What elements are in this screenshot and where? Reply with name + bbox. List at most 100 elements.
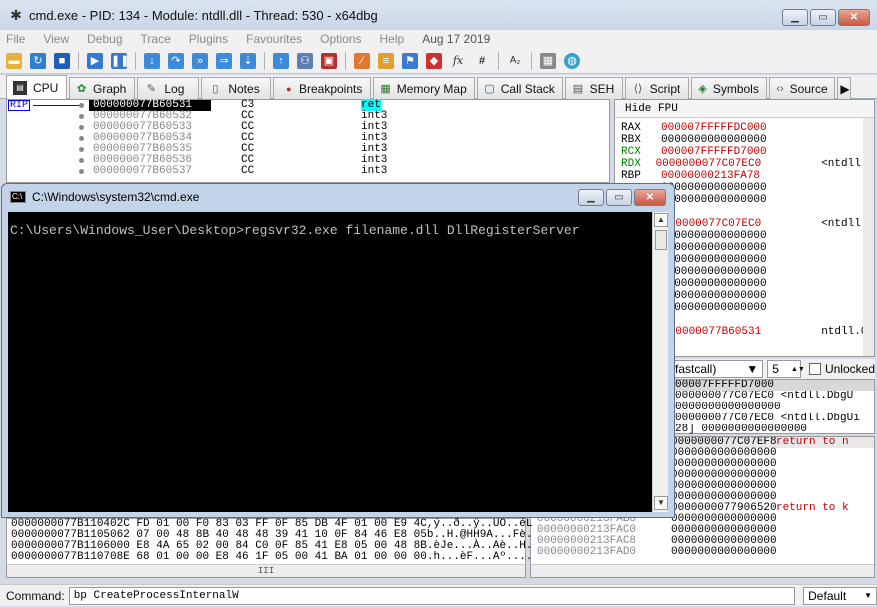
toolbar: ▬ ↻ ■ ▶ ❚❚ ↓ ↷ » ⇒ ⇣ ↑ ⚇ ▣ ∕ ≡ ⚑ ◆ fx # … <box>0 48 877 74</box>
dump-horizontal-scrollbar[interactable]: III <box>7 564 525 577</box>
breakpoint-dot[interactable] <box>79 114 84 119</box>
cmd-window[interactable]: C:\ C:\Windows\system32\cmd.exe ▁ ▭ ✕ C:… <box>1 183 675 518</box>
comment-icon[interactable]: ∕ <box>354 52 370 69</box>
tab-bar: ▤ CPU ✿ Graph ✎ Log ▯ Notes ● Breakpoints ▦ Me… <box>0 75 877 99</box>
menu-trace[interactable]: Trace <box>141 32 171 46</box>
step-over-icon[interactable]: ↷ <box>168 52 184 69</box>
registers-scrollbar[interactable] <box>863 118 874 356</box>
open-icon[interactable]: ▬ <box>6 52 22 69</box>
breakpoint-dot[interactable] <box>79 169 84 174</box>
hash-icon[interactable]: # <box>474 53 490 69</box>
trace-over-icon[interactable]: ⇒ <box>216 52 232 69</box>
cmd-close-button[interactable]: ✕ <box>634 189 666 206</box>
breakpoint-dot[interactable] <box>79 103 84 108</box>
tab-script[interactable]: ⟨⟩ Script <box>625 77 690 99</box>
scylla-icon[interactable]: ⚇ <box>297 52 313 69</box>
run-icon[interactable]: ▶ <box>87 52 103 69</box>
cmd-maximize-button[interactable]: ▭ <box>606 189 632 206</box>
command-mode-select[interactable]: Default ▼ <box>803 586 877 605</box>
calculator-icon[interactable]: ▦ <box>540 52 556 69</box>
breakpoint-dot[interactable] <box>79 147 84 152</box>
tab-cpu[interactable]: ▤ CPU <box>6 75 68 99</box>
pause-icon[interactable]: ❚❚ <box>111 52 129 69</box>
tab-breakpoints[interactable]: ● Breakpoints <box>273 77 372 99</box>
menu-file[interactable]: File <box>6 32 25 46</box>
trace-into-icon[interactable]: » <box>192 52 208 69</box>
stack-row[interactable]: 00000000213FAD0 0000000000000000 <box>531 547 874 558</box>
breakpoint-dot[interactable] <box>79 158 84 163</box>
tab-label: Memory Map <box>396 81 467 96</box>
toolbar-separator <box>531 51 532 70</box>
menu-debug[interactable]: Debug <box>87 32 122 46</box>
rip-label: RIP <box>8 100 31 111</box>
memory-dump-view[interactable]: 0000000077B11040 2C FD 01 00 F0 83 03 FF … <box>6 518 533 578</box>
breakpoint-dot[interactable] <box>79 125 84 130</box>
disasm-gutter <box>7 133 89 144</box>
label-icon[interactable]: ≡ <box>378 52 394 69</box>
register-row[interactable]: RAX 000007FFFFFDC000 <box>615 122 874 134</box>
register-row[interactable]: RDX 0000000077C07EC0 <ntdll.D <box>615 158 874 170</box>
run-to-user-code-icon[interactable]: ↑ <box>273 52 289 69</box>
cmd-minimize-button[interactable]: ▁ <box>578 189 604 206</box>
dump-row[interactable]: 0000000077B11070 8E 68 01 00 00 E8 46 1F … <box>7 551 533 563</box>
breakpoint-dot[interactable] <box>79 136 84 141</box>
restart-icon[interactable]: ↻ <box>30 52 46 69</box>
cmd-window-titlebar: C:\ C:\Windows\system32\cmd.exe <box>10 190 199 204</box>
tab-notes[interactable]: ▯ Notes <box>201 77 272 99</box>
register-value: 00000000213FA78 <box>661 170 761 182</box>
stack-address: 00000000213FAD0 <box>537 546 637 558</box>
tab-log[interactable]: ✎ Log <box>137 77 200 99</box>
dump-bytes: 8E 68 01 00 00 E8 46 1F 05 00 41 BA 01 0… <box>116 551 427 563</box>
console-scrollbar[interactable]: ▲ ▼ <box>652 212 668 512</box>
menu-options[interactable]: Options <box>320 32 361 46</box>
tab-label: Notes <box>228 81 260 96</box>
window-controls: ▁ ▭ ✕ <box>780 9 870 26</box>
font-icon[interactable]: A₂ <box>507 53 523 69</box>
breakpoint-tool-icon[interactable]: ◆ <box>426 52 442 69</box>
register-row[interactable]: RBX 0000000000000000 <box>615 134 874 146</box>
unlocked-checkbox[interactable] <box>809 363 821 375</box>
disasm-address: 000000077B60537 <box>93 165 193 177</box>
menu-view[interactable]: View <box>43 32 69 46</box>
rip-arrow <box>33 105 79 106</box>
register-row[interactable]: RCX 000007FFFFFD7000 <box>615 146 874 158</box>
tab-seh[interactable]: ▤ SEH <box>565 77 624 99</box>
tab-source[interactable]: ‹› Source <box>769 77 836 99</box>
menu-favourites[interactable]: Favourites <box>246 32 302 46</box>
tab-scroll-right[interactable]: ▶ <box>837 77 852 99</box>
tab-label: Graph <box>92 81 127 96</box>
hide-fpu-button[interactable]: Hide FPU <box>615 100 874 118</box>
close-button[interactable]: ✕ <box>838 9 870 26</box>
step-into-icon[interactable]: ↓ <box>144 52 160 69</box>
globe-icon[interactable]: ◍ <box>564 52 580 69</box>
register-value: 0000000000000000 <box>661 230 767 242</box>
execute-till-return-icon[interactable]: ⇣ <box>240 52 256 69</box>
stop-icon[interactable]: ■ <box>54 52 70 69</box>
stepper-arrows-icon: ▲▼ <box>790 365 805 373</box>
menu-plugins[interactable]: Plugins <box>189 32 228 46</box>
disasm-row[interactable]: 000000077B60537 CC int3 <box>7 166 609 177</box>
maximize-button[interactable]: ▭ <box>810 9 836 26</box>
register-name: RBP <box>621 170 641 182</box>
command-input[interactable]: bp CreateProcessInternalW <box>68 586 796 605</box>
register-value: 0000000000000000 <box>661 278 767 290</box>
register-row[interactable]: RBP 00000000213FA78 <box>615 170 874 182</box>
stack-horizontal-scrollbar[interactable] <box>531 564 874 577</box>
patch-icon[interactable]: ▣ <box>321 52 337 69</box>
scroll-thumb[interactable] <box>655 230 667 250</box>
tab-memory-map[interactable]: ▦ Memory Map <box>373 77 476 99</box>
menu-help[interactable]: Help <box>380 32 405 46</box>
tab-label: Symbols <box>712 81 759 96</box>
tab-symbols[interactable]: ◈ Symbols <box>691 77 768 99</box>
argument-count-stepper[interactable]: 5 ▲▼ <box>767 360 805 378</box>
console-output[interactable]: C:\Users\Windows_User\Desktop>regsvr32.e… <box>8 212 652 512</box>
callstack-icon: ▢ <box>484 82 495 95</box>
scroll-down-icon[interactable]: ▼ <box>654 496 668 510</box>
bookmark-icon[interactable]: ⚑ <box>402 52 418 69</box>
tab-graph[interactable]: ✿ Graph <box>69 77 136 99</box>
function-icon[interactable]: fx <box>450 53 466 69</box>
minimize-button[interactable]: ▁ <box>782 9 808 26</box>
scroll-up-icon[interactable]: ▲ <box>654 213 668 227</box>
disassembly-view[interactable]: RIP 000000077B60531 C3 ret 000000077B605… <box>6 99 610 183</box>
tab-call-stack[interactable]: ▢ Call Stack <box>477 77 564 99</box>
